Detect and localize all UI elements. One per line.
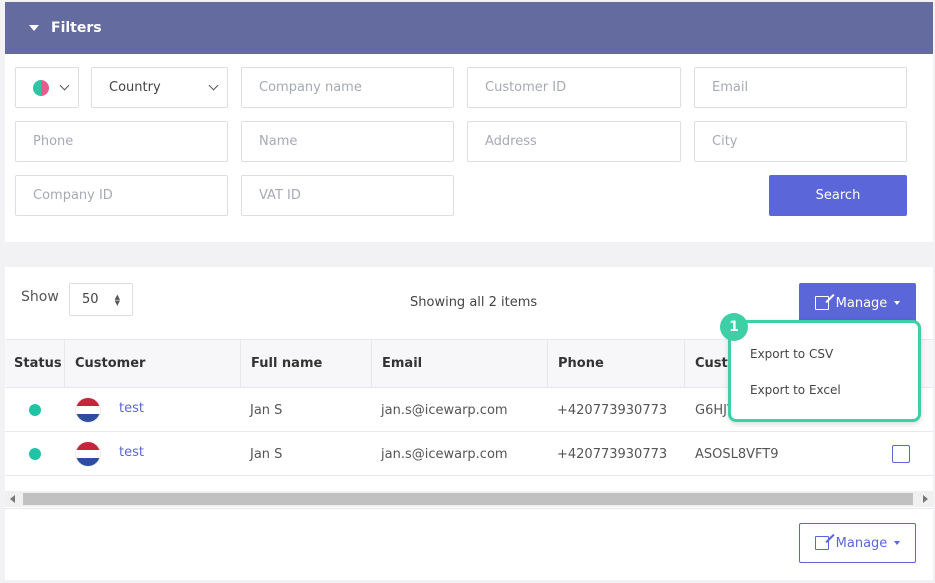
customer-link[interactable]: test xyxy=(119,401,144,416)
table-row[interactable]: test Jan S jan.s@icewarp.com +4207739307… xyxy=(5,432,933,476)
status-active-icon xyxy=(29,404,41,416)
caret-down-icon xyxy=(894,541,901,545)
column-status[interactable]: Status xyxy=(5,340,65,387)
results-panel: Show 50 ▲ ▼ Showing all 2 items Manage St… xyxy=(5,267,933,580)
row-checkbox[interactable] xyxy=(892,445,910,463)
customer-link[interactable]: test xyxy=(119,445,144,460)
showing-count: Showing all 2 items xyxy=(410,295,538,310)
chevron-down-icon xyxy=(59,80,70,91)
country-select[interactable]: Country xyxy=(91,67,228,108)
horizontal-scrollbar[interactable] xyxy=(5,491,933,507)
export-csv-item[interactable]: Export to CSV xyxy=(750,347,833,361)
manage-button-bottom[interactable]: Manage xyxy=(799,523,916,563)
customer-id-cell: ASOSL8VFT9 xyxy=(695,446,779,462)
column-customer[interactable]: Customer xyxy=(65,340,241,387)
edit-icon xyxy=(814,296,829,310)
status-active-icon xyxy=(29,448,41,460)
flag-icon xyxy=(33,79,49,96)
city-input[interactable]: City xyxy=(694,121,907,162)
export-excel-item[interactable]: Export to Excel xyxy=(750,383,841,397)
scrollbar-thumb[interactable] xyxy=(23,493,913,505)
company-id-input[interactable]: Company ID xyxy=(15,175,228,216)
company-name-input[interactable]: Company name xyxy=(241,67,454,108)
search-button[interactable]: Search xyxy=(769,175,907,216)
phone-input[interactable]: Phone xyxy=(15,121,228,162)
email-cell: jan.s@icewarp.com xyxy=(381,446,508,462)
caret-down-icon xyxy=(29,25,39,31)
page-size-value: 50 xyxy=(82,292,99,307)
updown-icon: ▲ ▼ xyxy=(114,292,120,307)
phone-cell: +420773930773 xyxy=(557,446,668,462)
filters-toggle[interactable]: Filters xyxy=(5,2,933,54)
caret-down-icon xyxy=(894,301,901,305)
scroll-right-icon[interactable] xyxy=(923,495,928,503)
flag-icon xyxy=(76,442,100,466)
show-label: Show xyxy=(21,289,59,305)
full-name-cell: Jan S xyxy=(250,446,283,462)
name-input[interactable]: Name xyxy=(241,121,454,162)
address-input[interactable]: Address xyxy=(467,121,681,162)
column-full-name[interactable]: Full name xyxy=(241,340,372,387)
manage-button[interactable]: Manage xyxy=(799,283,916,323)
chevron-down-icon xyxy=(208,80,219,91)
column-phone[interactable]: Phone xyxy=(548,340,685,387)
country-select-value: Country xyxy=(109,80,161,95)
divider xyxy=(5,508,933,509)
scroll-left-icon[interactable] xyxy=(10,495,15,503)
language-select[interactable] xyxy=(15,67,79,108)
filters-title: Filters xyxy=(51,20,102,36)
customer-id-input[interactable]: Customer ID xyxy=(467,67,681,108)
manage-dropdown-menu: Export to CSV Export to Excel xyxy=(728,320,921,422)
manage-label: Manage xyxy=(835,535,888,551)
vat-id-input[interactable]: VAT ID xyxy=(241,175,454,216)
flag-icon xyxy=(76,398,100,422)
column-email[interactable]: Email xyxy=(372,340,548,387)
step-badge: 1 xyxy=(720,313,748,341)
manage-label: Manage xyxy=(835,295,888,311)
email-input[interactable]: Email xyxy=(694,67,907,108)
edit-icon xyxy=(814,536,829,550)
phone-cell: +420773930773 xyxy=(557,402,668,418)
email-cell: jan.s@icewarp.com xyxy=(381,402,508,418)
page-size-select[interactable]: 50 ▲ ▼ xyxy=(69,283,133,316)
full-name-cell: Jan S xyxy=(250,402,283,418)
